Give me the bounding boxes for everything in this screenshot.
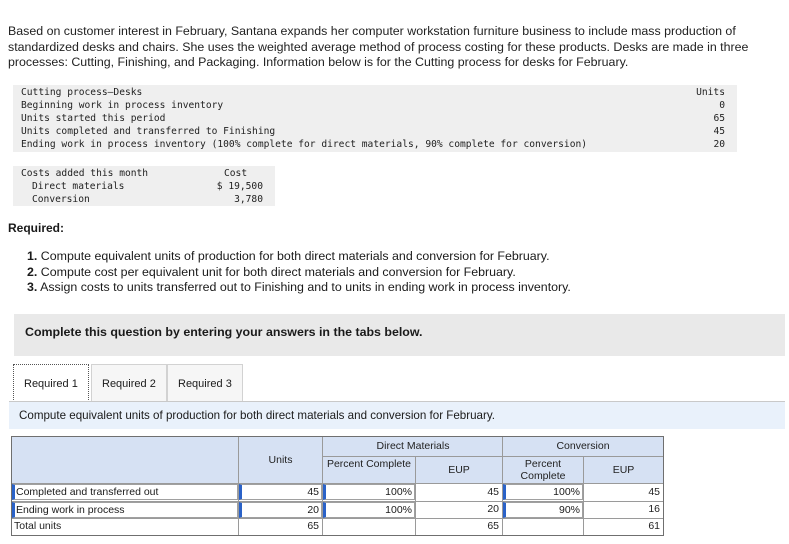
cost-row-label: Conversion xyxy=(32,194,90,205)
required-item-number: 1. xyxy=(27,249,38,263)
complete-question-text: Complete this question by entering your … xyxy=(25,325,423,339)
conv-eup-value: 16 xyxy=(648,503,660,515)
required-item: 2. Compute cost per equivalent unit for … xyxy=(27,265,571,281)
row-label-input[interactable]: Completed and transferred out xyxy=(12,484,238,500)
header-units: Units xyxy=(239,437,322,483)
grid-line xyxy=(323,456,663,457)
cost-row-label: Direct materials xyxy=(32,181,125,192)
units-header: Units xyxy=(696,87,725,98)
required-item-number: 2. xyxy=(27,264,38,279)
costs-added-info: Costs added this month Cost Direct mater… xyxy=(13,166,275,206)
tab-required-3[interactable]: Required 3 xyxy=(167,364,243,402)
total-dm-eup: 65 xyxy=(487,520,499,532)
header-conv-eup: EUP xyxy=(584,457,663,483)
dm-eup-value: 20 xyxy=(487,503,499,515)
instruction-text: Compute equivalent units of production f… xyxy=(19,409,496,422)
info-row-units: 65 xyxy=(713,113,725,124)
costs-title: Costs added this month xyxy=(21,168,149,179)
problem-intro: Based on customer interest in February, … xyxy=(8,24,749,69)
tab-required-2[interactable]: Required 2 xyxy=(91,364,167,402)
dm-percent-input[interactable]: 100% xyxy=(323,484,415,500)
dm-percent-input[interactable]: 100% xyxy=(323,502,415,518)
total-conv-eup: 61 xyxy=(648,520,660,532)
units-input[interactable]: 20 xyxy=(239,502,322,518)
instruction-bar: Compute equivalent units of production f… xyxy=(9,402,785,429)
conv-eup-value: 45 xyxy=(648,486,660,498)
header-conv-percent: Percent Complete xyxy=(503,457,583,483)
required-item: 3. Assign costs to units transferred out… xyxy=(27,280,571,296)
required-item-text: Assign costs to units transferred out to… xyxy=(37,280,571,294)
info-row-units: 20 xyxy=(713,139,725,150)
info-row-units: 0 xyxy=(719,100,725,111)
required-item: 1. Compute equivalent units of productio… xyxy=(27,249,571,265)
required-item-text: Compute equivalent units of production f… xyxy=(37,249,550,263)
cost-header: Cost xyxy=(224,168,248,179)
info-row-label: Units started this period xyxy=(21,113,166,124)
required-list: 1. Compute equivalent units of productio… xyxy=(27,249,571,296)
info-row-units: 45 xyxy=(713,126,725,137)
cutting-process-info: Cutting process—Desks Units Beginning wo… xyxy=(13,85,737,152)
conv-percent-input[interactable]: 100% xyxy=(503,484,583,500)
cost-row-value: 3,780 xyxy=(234,194,263,205)
tab-required-1[interactable]: Required 1 xyxy=(13,364,89,402)
required-heading: Required: xyxy=(8,221,65,235)
header-dm-percent: Percent Complete xyxy=(323,457,415,483)
cost-row-value: $ 19,500 xyxy=(216,181,263,192)
total-units-value: 65 xyxy=(307,520,319,532)
info-row-label: Ending work in process inventory (100% c… xyxy=(21,139,588,150)
info-row-label: Beginning work in process inventory xyxy=(21,100,224,111)
conv-percent-input[interactable]: 90% xyxy=(503,502,583,518)
units-input[interactable]: 45 xyxy=(239,484,322,500)
total-units-label: Total units xyxy=(14,520,62,532)
dm-eup-value: 45 xyxy=(487,486,499,498)
required-item-number: 3. xyxy=(27,280,38,294)
row-label-input[interactable]: Ending work in process xyxy=(12,502,238,518)
complete-question-banner: Complete this question by entering your … xyxy=(14,314,785,356)
header-dm-eup: EUP xyxy=(416,457,502,483)
header-direct-materials: Direct Materials xyxy=(323,437,503,456)
required-item-text: Compute cost per equivalent unit for bot… xyxy=(37,264,516,279)
header-conversion: Conversion xyxy=(503,437,663,456)
info-title: Cutting process—Desks xyxy=(21,87,143,98)
header-blank xyxy=(12,437,238,483)
info-row-label: Units completed and transferred to Finis… xyxy=(21,126,276,137)
eup-table: Units Direct Materials Conversion Percen… xyxy=(11,436,664,536)
